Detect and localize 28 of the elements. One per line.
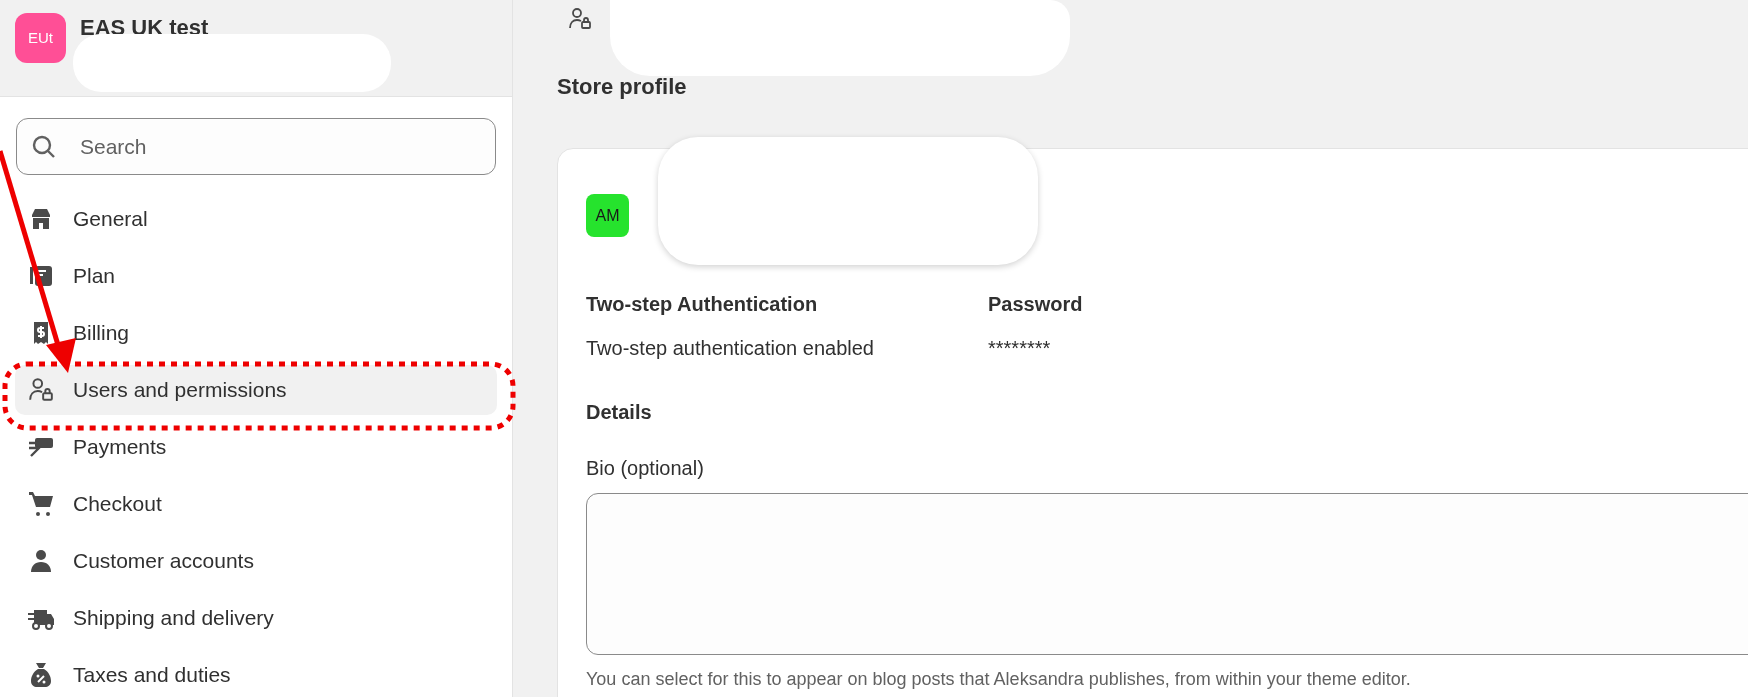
cart-icon: [27, 490, 55, 518]
person-icon: [28, 548, 54, 574]
field-label: Two-step Authentication: [586, 292, 819, 317]
field-label: Password: [988, 292, 1084, 317]
nav-item[interactable]: Shipping and delivery: [15, 593, 497, 643]
nav-item[interactable]: Users and permissions: [15, 365, 497, 415]
field-label: Bio (optional): [586, 456, 705, 481]
bio-field[interactable]: [586, 493, 1748, 655]
search-field[interactable]: Search: [16, 118, 496, 175]
nav-item[interactable]: General: [15, 194, 497, 244]
nav-item[interactable]: Plan: [15, 251, 497, 301]
field-value: Two-step authentication enabled: [586, 336, 875, 361]
hand-card-icon: [27, 435, 55, 459]
nav-item[interactable]: Checkout: [15, 479, 497, 529]
nav-item[interactable]: Billing: [15, 308, 497, 358]
nav-item[interactable]: Payments: [15, 422, 497, 472]
nav-item[interactable]: Customer accounts: [15, 536, 497, 586]
section-heading: Details: [586, 400, 653, 425]
store-avatar: EUt: [15, 13, 66, 63]
user-avatar: AM: [586, 194, 629, 237]
user-lock-icon: [28, 378, 54, 402]
page-title: Store profile: [557, 73, 687, 101]
help-text: You can select for this to appear on blog posts that Aleksandra publishes, from within your theme editor.: [586, 668, 1412, 691]
search-icon: [31, 134, 57, 160]
nav-item[interactable]: Taxes and duties: [15, 650, 497, 697]
user-lock-icon: [568, 8, 592, 30]
money-bag-icon: [28, 661, 54, 689]
field-value: ********: [988, 336, 1052, 361]
